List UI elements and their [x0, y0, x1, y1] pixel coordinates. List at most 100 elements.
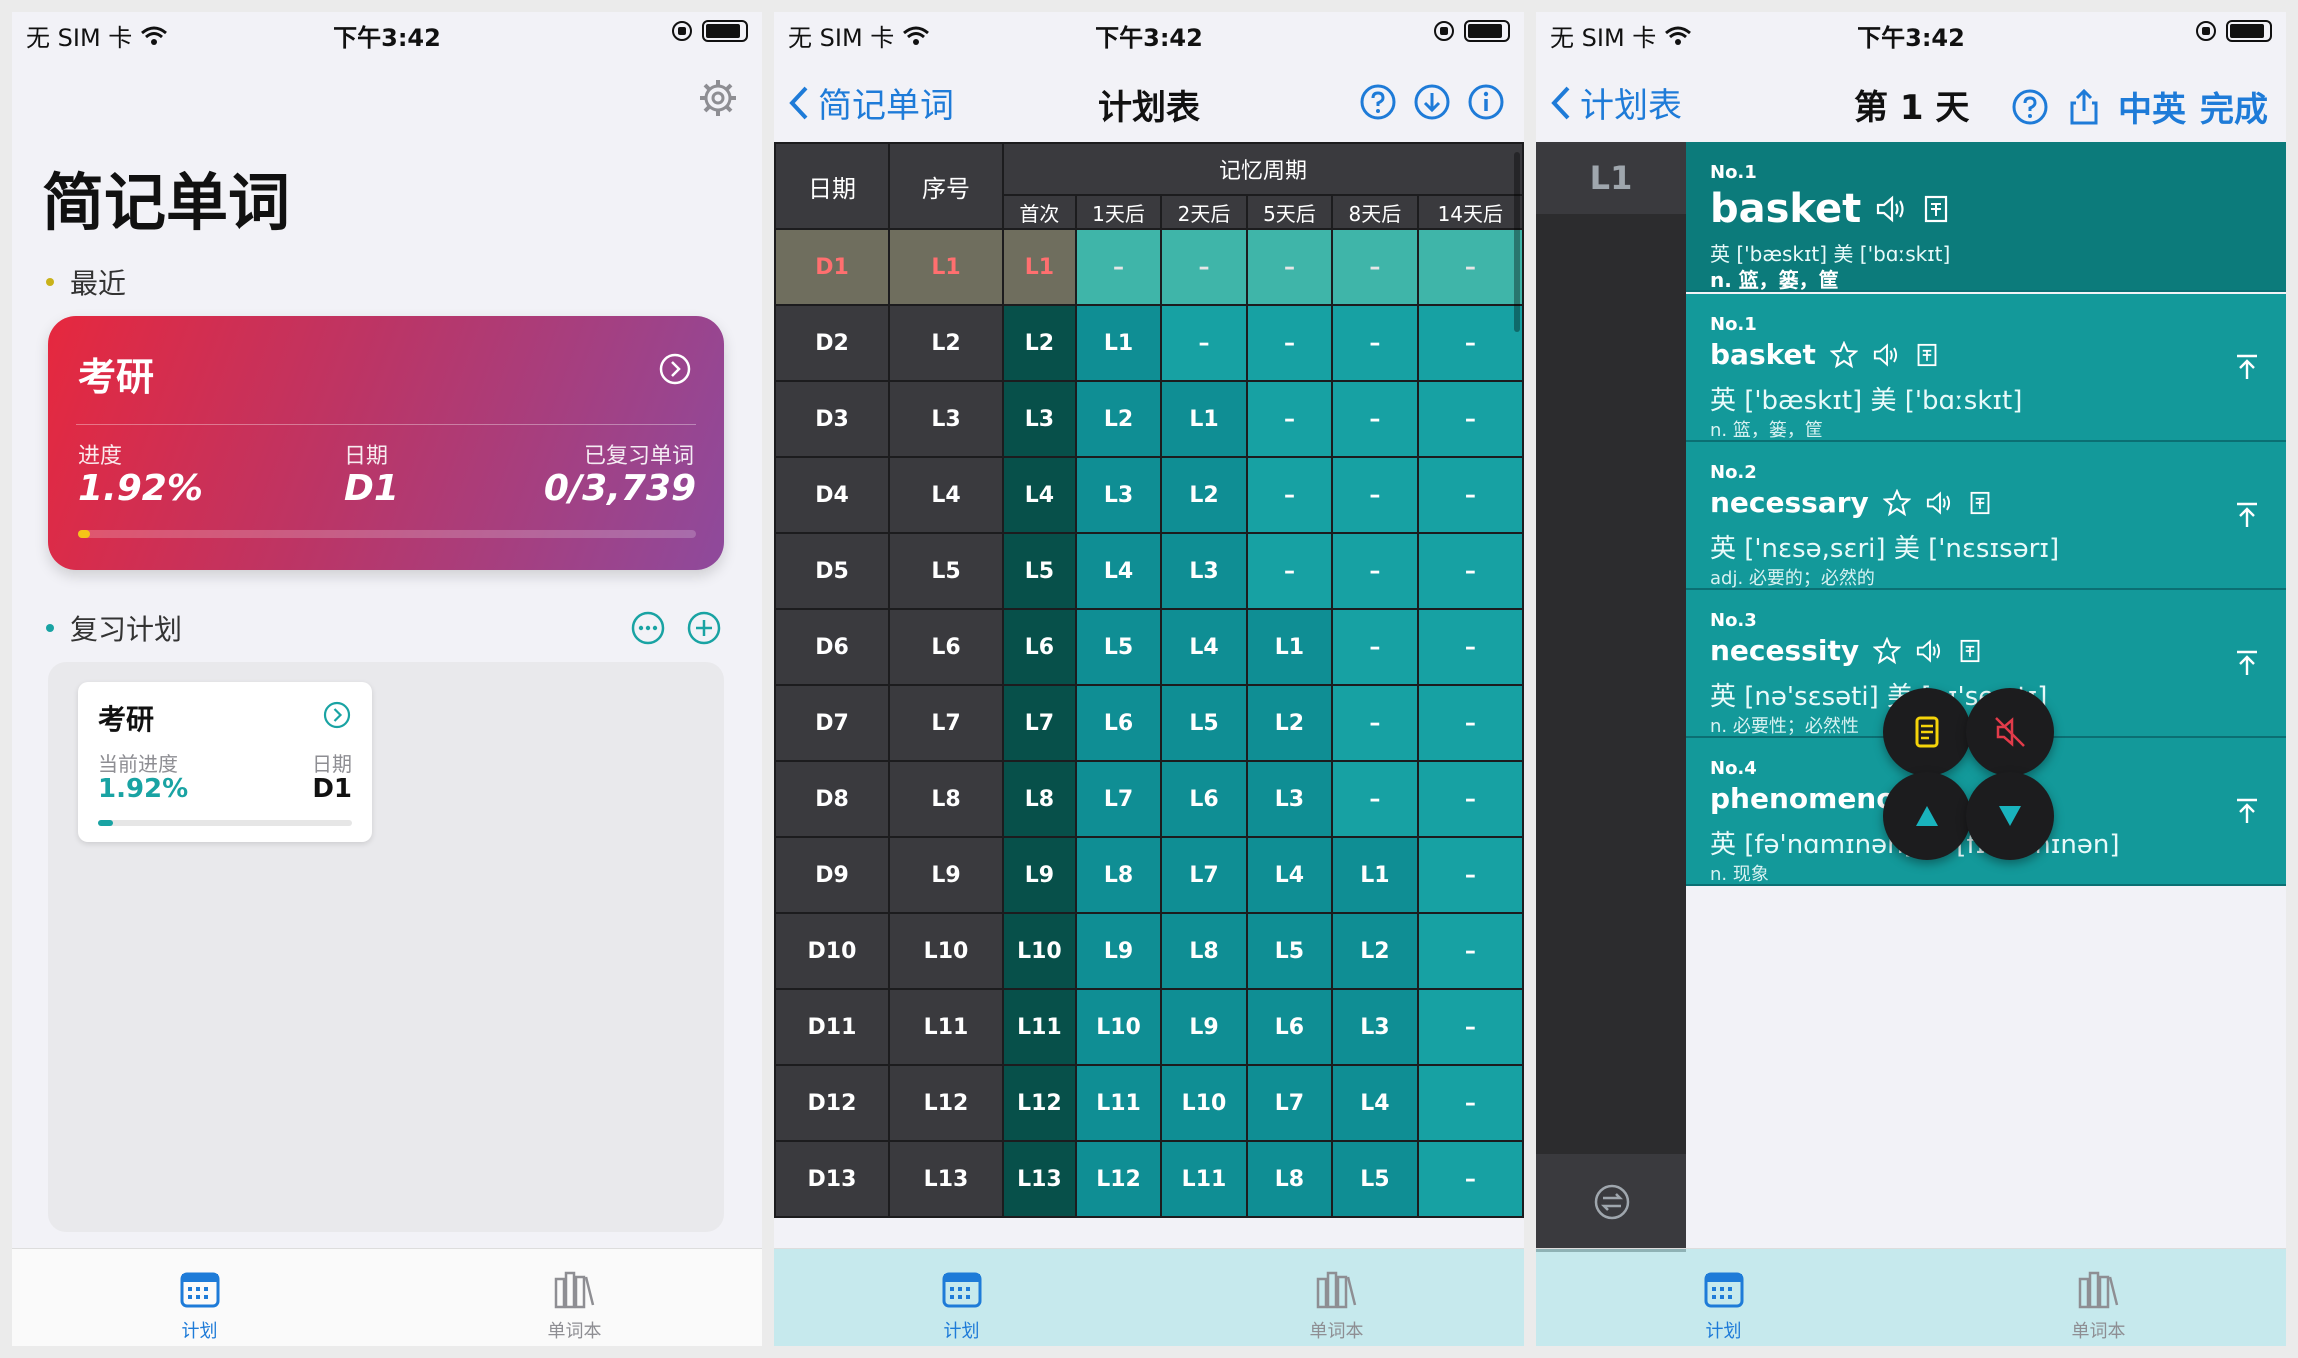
mute-icon	[1995, 717, 2025, 747]
nav-bar: 计划表 第 1 天 中英 完成	[1536, 56, 2286, 142]
cell-cycle: –	[1331, 456, 1419, 534]
cell-cycle: –	[1331, 304, 1419, 382]
chevron-right-circle-icon[interactable]	[658, 352, 692, 386]
word-phonetic: 英 ['bæskɪt] 美 ['bɑːskɪt]	[1710, 242, 1951, 266]
status-bar: 无 SIM 卡 下午3:42	[1536, 12, 2286, 56]
language-toggle-button[interactable]: 中英	[2118, 82, 2186, 131]
mini-progress-fill	[98, 820, 114, 826]
cell-cycle: L5	[1002, 532, 1077, 610]
cell-cycle: –	[1074, 228, 1163, 306]
mute-button[interactable]	[1966, 688, 2054, 776]
swap-icon[interactable]	[1592, 1182, 1632, 1222]
table-row: D5 L5 L5 L4 L3– – –	[774, 532, 1524, 610]
cell-cycle: L2	[1160, 456, 1248, 534]
tab-plan-label: 计划	[181, 1321, 218, 1342]
speaker-icon[interactable]	[1872, 342, 1902, 368]
sidebar-item-l1[interactable]: L1	[1536, 142, 1686, 214]
star-icon[interactable]	[1882, 488, 1911, 517]
speaker-icon[interactable]	[1925, 490, 1955, 516]
plan-mini-card[interactable]: 考研 当前进度 1.92% 日期 D1	[78, 682, 372, 842]
star-icon[interactable]	[1873, 636, 1902, 665]
back-button[interactable]: 计划表	[1550, 78, 1682, 127]
dictionary-icon[interactable]	[1959, 638, 1981, 664]
help-icon[interactable]	[1358, 82, 1398, 122]
pin-to-top-icon[interactable]	[2232, 648, 2262, 678]
add-plan-icon[interactable]	[686, 610, 722, 646]
triangle-down-icon	[1999, 806, 2021, 826]
cell-cycle: –	[1160, 304, 1248, 382]
table-row: D1 L1 L1– – – – –	[774, 228, 1524, 306]
cell-cycle: L7	[1074, 760, 1163, 838]
cell-cycle: –	[1331, 380, 1419, 458]
more-icon[interactable]	[630, 610, 666, 646]
star-icon[interactable]	[1829, 340, 1858, 369]
cell-cycle: L7	[1002, 684, 1077, 762]
cell-cycle: –	[1416, 228, 1524, 306]
download-icon[interactable]	[1412, 82, 1452, 122]
card-divider	[76, 424, 696, 425]
dictionary-icon[interactable]	[1969, 490, 1991, 516]
help-icon[interactable]	[2010, 87, 2050, 127]
note-button[interactable]	[1883, 688, 1971, 776]
pin-to-top-icon[interactable]	[2232, 796, 2262, 826]
header-date: 日期	[774, 142, 890, 230]
calendar-icon	[180, 1272, 219, 1308]
cell-cycle: L4	[1074, 532, 1163, 610]
dictionary-icon[interactable]	[1923, 194, 1949, 224]
status-time: 下午3:42	[333, 24, 441, 52]
status-bar: 无 SIM 卡 下午3:42	[12, 12, 762, 56]
tab-wordbook-label: 单词本	[2071, 1321, 2126, 1342]
tab-plan[interactable]: 计划	[1536, 1249, 1911, 1346]
mini-progress-value: 1.92%	[98, 774, 189, 804]
word-number: No.4	[1710, 758, 1757, 779]
cell-cycle: L8	[1002, 760, 1077, 838]
scroll-up-button[interactable]	[1883, 772, 1971, 860]
cell-cycle: –	[1245, 304, 1334, 382]
speaker-icon[interactable]	[1875, 194, 1909, 224]
word-number: No.2	[1710, 462, 1757, 483]
recent-plan-card[interactable]: 考研 进度 1.92% 日期 D1 已复习单词 0/3,739	[48, 316, 724, 570]
page-title: 简记单词	[42, 166, 291, 239]
pin-to-top-icon[interactable]	[2232, 500, 2262, 530]
battery-icon	[702, 20, 748, 42]
gear-icon[interactable]	[698, 78, 738, 118]
info-icon[interactable]	[1466, 82, 1506, 122]
back-label: 计划表	[1580, 86, 1682, 126]
date-value: D1	[344, 468, 399, 509]
speaker-icon[interactable]	[1915, 638, 1945, 664]
word-title: necessary	[1710, 486, 1991, 519]
cell-cycle: –	[1416, 988, 1524, 1066]
cell-date: D6	[774, 608, 890, 686]
cell-cycle: –	[1331, 760, 1419, 838]
scroll-down-button[interactable]	[1966, 772, 2054, 860]
tab-plan[interactable]: 计划	[774, 1249, 1149, 1346]
cell-cycle: –	[1416, 380, 1524, 458]
table-row: D12 L12 L12 L11 L10 L7 L4–	[774, 1064, 1524, 1142]
share-icon[interactable]	[2064, 87, 2104, 127]
header-cycle-col: 8天后	[1331, 194, 1419, 230]
cell-cycle: –	[1416, 456, 1524, 534]
cell-cycle: –	[1245, 456, 1334, 534]
chevron-right-circle-icon[interactable]	[322, 700, 352, 730]
battery-icon	[1464, 20, 1510, 42]
scrollbar[interactable]	[1514, 152, 1520, 332]
home-screen: 无 SIM 卡 下午3:42 简记单词 最近 考研 进度 1.92% 日期 D1…	[12, 12, 762, 1346]
word-card[interactable]: No.2 necessary 英 ['nɛsə,sɛri] 美 ['nɛsɪsərɪ…	[1686, 442, 2286, 590]
dictionary-icon[interactable]	[1916, 342, 1938, 368]
books-icon	[1316, 1271, 1356, 1309]
card-progress-bar	[78, 530, 696, 538]
cell-cycle: L6	[1002, 608, 1077, 686]
header-cycle-col: 5天后	[1245, 194, 1334, 230]
done-button[interactable]: 完成	[2200, 82, 2268, 131]
pin-to-top-icon[interactable]	[2232, 352, 2262, 382]
tab-wordbook[interactable]: 单词本	[1149, 1249, 1524, 1346]
header-cycle-col: 首次	[1002, 194, 1077, 230]
cell-cycle: L2	[1002, 304, 1077, 382]
tab-wordbook[interactable]: 单词本	[1911, 1249, 2286, 1346]
cell-cycle: L4	[1331, 1064, 1419, 1142]
tab-plan[interactable]: 计划	[12, 1249, 387, 1346]
word-text: necessity	[1710, 634, 1860, 667]
cell-cycle: –	[1416, 532, 1524, 610]
word-card[interactable]: No.1 basket 英 ['bæskɪt] 美 ['bɑːskɪt] n. 篮，篓…	[1686, 294, 2286, 442]
tab-wordbook[interactable]: 单词本	[387, 1249, 762, 1346]
